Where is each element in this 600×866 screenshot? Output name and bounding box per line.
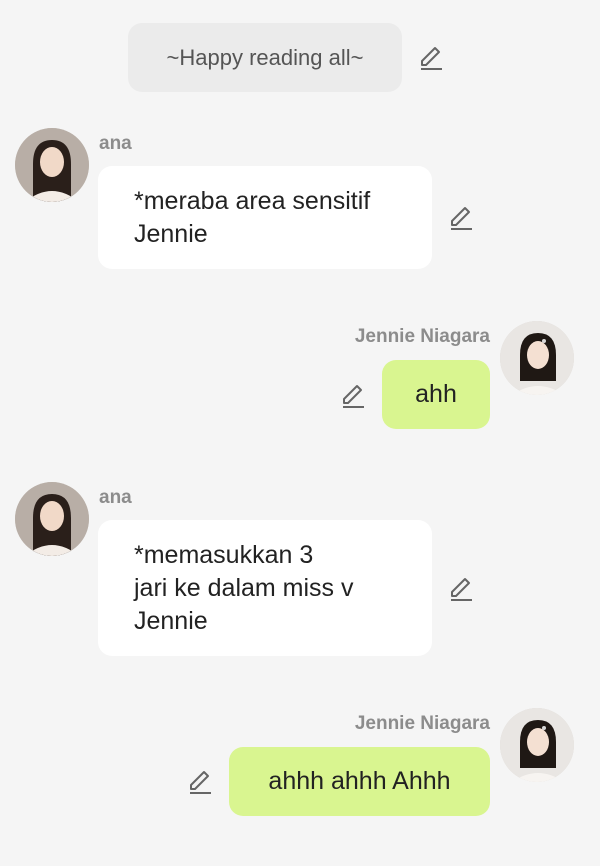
avatar[interactable] [15,482,89,556]
message-text: Jennie [134,606,208,635]
sender-name: ana [99,487,132,508]
pencil-icon[interactable] [447,575,475,603]
pencil-icon[interactable] [417,44,445,72]
avatar[interactable] [500,321,574,395]
message-bubble[interactable]: *meraba area sensitif Jennie [98,166,432,269]
avatar[interactable] [15,128,89,202]
message-bubble[interactable]: *memasukkan 3 jari ke dalam miss v Jenni… [98,520,432,656]
message-text: jari ke dalam miss v [134,573,354,602]
system-message-text: ~Happy reading all~ [166,44,364,70]
message-bubble[interactable]: ahh [382,360,490,429]
pencil-icon[interactable] [339,382,367,410]
sender-name: Jennie Niagara [354,326,490,347]
message-text: ahh [415,380,457,408]
sender-name: ana [99,133,132,154]
pencil-icon[interactable] [447,204,475,232]
message-bubble[interactable]: ahhh ahhh Ahhh [229,747,490,816]
sender-name: Jennie Niagara [354,713,490,734]
pencil-icon[interactable] [186,768,214,796]
system-message: ~Happy reading all~ [128,23,402,92]
message-text: Jennie [134,219,208,248]
message-text: *meraba area sensitif [134,186,371,215]
avatar[interactable] [500,708,574,782]
message-text: ahhh ahhh Ahhh [268,767,451,795]
message-text: *memasukkan 3 [134,540,314,569]
